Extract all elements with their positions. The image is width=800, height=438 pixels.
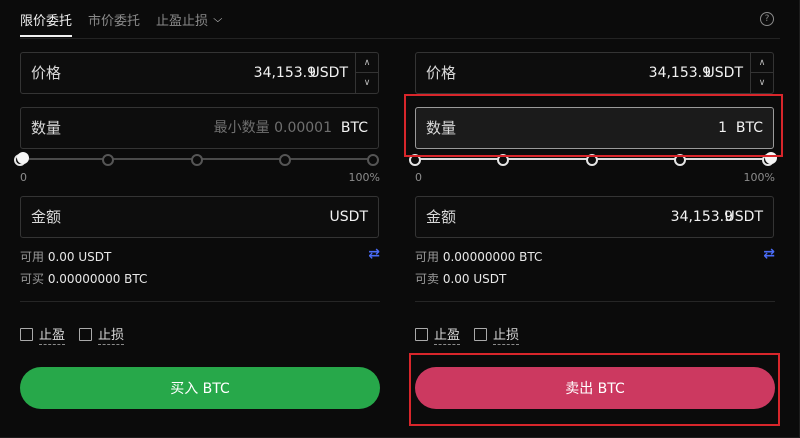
divider — [20, 301, 380, 302]
buy-percent-slider[interactable] — [14, 152, 379, 166]
slider-step-dot[interactable] — [278, 154, 291, 166]
buy-price-unit: USDT — [309, 65, 348, 81]
buy-amount-field[interactable]: 金额 USDT — [20, 196, 379, 238]
available-value: 0.00 USDT — [47, 250, 112, 264]
sell-take-profit-checkbox[interactable]: 止盈 — [415, 324, 461, 345]
buy-button[interactable]: 买入 BTC — [20, 367, 380, 409]
sell-slider-min: 0 — [415, 171, 422, 184]
slider-step-dot[interactable] — [190, 154, 203, 166]
chevron-down-icon[interactable]: ∨ — [356, 73, 378, 93]
buy-price-label: 价格 — [31, 64, 62, 82]
tabs-divider — [20, 38, 780, 39]
buy-quantity-input[interactable]: 最小数量 0.00001 — [214, 108, 332, 148]
chevron-down-icon: ⌵ — [213, 13, 223, 25]
buy-quantity-label: 数量 — [31, 119, 62, 137]
sell-price-stepper: ∧ ∨ — [750, 53, 773, 93]
divider — [415, 301, 775, 302]
help-icon[interactable]: ? — [760, 12, 774, 26]
sell-price-unit: USDT — [704, 65, 743, 81]
buy-max: 可买 0.00000000 BTC — [20, 270, 147, 287]
buy-amount-unit: USDT — [329, 209, 368, 225]
slider-handle[interactable] — [17, 152, 29, 164]
sell-stop-loss-checkbox[interactable]: 止损 — [474, 324, 520, 345]
sell-max: 可卖 0.00 USDT — [415, 270, 506, 287]
tab-label: 限价委托 — [20, 13, 73, 29]
available-label: 可用 — [415, 250, 440, 264]
stop-loss-label: 止损 — [98, 324, 125, 345]
buy-slider-min: 0 — [20, 171, 27, 184]
buy-price-field[interactable]: 价格 34,153.9 USDT ∧ ∨ — [20, 52, 379, 94]
buy-price-stepper: ∧ ∨ — [355, 53, 378, 93]
highlight-box-quantity — [404, 94, 783, 157]
sell-price-label: 价格 — [426, 64, 457, 82]
sell-available: 可用 0.00000000 BTC — [415, 248, 542, 265]
tab-label: 止盈止损 — [156, 13, 209, 29]
checkbox-box[interactable] — [20, 328, 33, 341]
sell-price-field[interactable]: 价格 34,153.9 USDT ∧ ∨ — [415, 52, 774, 94]
chevron-down-icon[interactable]: ∨ — [751, 73, 773, 93]
swap-icon[interactable]: ⇄ — [368, 246, 380, 262]
stop-loss-label: 止损 — [493, 324, 520, 345]
buy-slider-max: 100% — [348, 171, 380, 184]
tab-label: 市价委托 — [88, 13, 141, 29]
max-value: 0.00 USDT — [442, 272, 507, 286]
chevron-up-icon[interactable]: ∧ — [356, 53, 378, 73]
max-label: 可卖 — [415, 272, 440, 286]
tab-stop-order[interactable]: 止盈止损 ⌵ — [156, 0, 222, 38]
swap-icon[interactable]: ⇄ — [763, 246, 775, 262]
max-label: 可买 — [20, 272, 45, 286]
checkbox-box[interactable] — [415, 328, 428, 341]
available-label: 可用 — [20, 250, 45, 264]
chevron-up-icon[interactable]: ∧ — [751, 53, 773, 73]
buy-quantity-field[interactable]: 数量 最小数量 0.00001 BTC — [20, 107, 379, 149]
highlight-box-sell-button — [409, 353, 780, 426]
take-profit-label: 止盈 — [434, 324, 461, 345]
buy-quantity-unit: BTC — [340, 120, 368, 136]
available-value: 0.00000000 BTC — [442, 250, 543, 264]
buy-available: 可用 0.00 USDT — [20, 248, 111, 265]
slider-step-dot[interactable] — [367, 154, 379, 166]
checkbox-box[interactable] — [79, 328, 92, 341]
sell-price-value[interactable]: 34,153.9 — [649, 53, 711, 93]
checkbox-box[interactable] — [474, 328, 487, 341]
buy-price-value[interactable]: 34,153.9 — [254, 53, 316, 93]
order-type-tabs: 限价委托 市价委托 止盈止损 ⌵ — [20, 0, 222, 38]
buy-take-profit-checkbox[interactable]: 止盈 — [20, 324, 66, 345]
sell-amount-field[interactable]: 金额 34,153.9 USDT — [415, 196, 774, 238]
order-panel: 限价委托 市价委托 止盈止损 ⌵ ? 价格 34,153.9 USDT ∧ ∨ 数… — [0, 0, 800, 438]
max-value: 0.00000000 BTC — [47, 272, 148, 286]
sell-slider-max: 100% — [743, 171, 775, 184]
take-profit-label: 止盈 — [39, 324, 66, 345]
buy-amount-label: 金额 — [31, 208, 62, 226]
sell-amount-unit: USDT — [724, 209, 763, 225]
slider-step-dot[interactable] — [102, 154, 115, 166]
sell-amount-label: 金额 — [426, 208, 457, 226]
tab-limit-order[interactable]: 限价委托 — [20, 0, 73, 38]
buy-stop-loss-checkbox[interactable]: 止损 — [79, 324, 125, 345]
tab-market-order[interactable]: 市价委托 — [88, 0, 140, 38]
